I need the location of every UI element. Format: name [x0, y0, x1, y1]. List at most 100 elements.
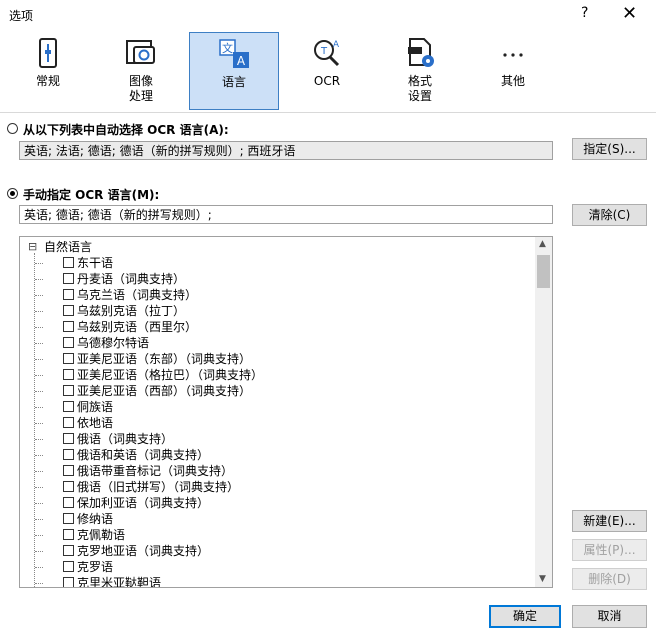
tree-item-checkbox[interactable]: [63, 465, 74, 476]
svg-text:A: A: [237, 54, 246, 68]
tree-item-label[interactable]: 俄语带重音标记（词典支持）: [77, 463, 233, 479]
tree-item-checkbox[interactable]: [63, 513, 74, 524]
tab-language[interactable]: 文 A 语言: [189, 32, 279, 110]
tree-branch-line: [35, 279, 43, 280]
tree-branch-line: [35, 343, 43, 344]
scroll-up-icon[interactable]: ▲: [539, 239, 546, 249]
tree-branch-line: [35, 439, 43, 440]
tree-item-label[interactable]: 克罗地亚语（词典支持）: [77, 543, 209, 559]
tree-item-checkbox[interactable]: [63, 449, 74, 460]
tree-item-label[interactable]: 俄语（旧式拼写）（词典支持）: [77, 479, 239, 495]
tree-scrollbar[interactable]: ▲ ▼: [535, 237, 552, 587]
tree-branch-line: [35, 535, 43, 536]
tree-item-label[interactable]: 克里米亚鞑靼语: [77, 575, 161, 587]
tree-item-checkbox[interactable]: [63, 321, 74, 332]
manual-select-radio[interactable]: [7, 188, 18, 199]
tab-format-settings-label: 格式 设置: [407, 74, 432, 103]
auto-languages-field: 英语; 法语; 德语; 德语（新的拼写规则）; 西班牙语: [19, 141, 553, 160]
tab-language-label: 语言: [221, 75, 246, 89]
tree-item-checkbox[interactable]: [63, 289, 74, 300]
tree-item-label[interactable]: 乌克兰语（词典支持）: [77, 287, 197, 303]
tree-item-label[interactable]: 乌德穆尔特语: [77, 335, 149, 351]
tree-item-checkbox[interactable]: [63, 561, 74, 572]
tree-root-label[interactable]: 自然语言: [44, 239, 92, 255]
tree-item-label[interactable]: 克佩勒语: [77, 527, 125, 543]
tree-branch-line: [35, 519, 43, 520]
specify-button[interactable]: 指定(S)...: [572, 138, 647, 160]
tree-branch-line: [35, 551, 43, 552]
tab-image-processing[interactable]: 图像 处理: [96, 32, 186, 110]
tree-item-checkbox[interactable]: [63, 385, 74, 396]
tree-item-checkbox[interactable]: [63, 545, 74, 556]
tree-branch-line: [35, 327, 43, 328]
language-tree[interactable]: ⊟ 自然语言 东干语 丹麦语（词典支持） 乌克兰语（词典支持） 乌兹别克语（拉丁） 乌兹…: [19, 236, 553, 588]
tree-branch-line: [35, 423, 43, 424]
tab-format-settings[interactable]: 格式 设置: [375, 32, 465, 110]
tree-item-checkbox[interactable]: [63, 433, 74, 444]
svg-text:A: A: [333, 40, 340, 50]
tree-item-checkbox[interactable]: [63, 273, 74, 284]
tree-item-label[interactable]: 侗族语: [77, 399, 113, 415]
tab-other[interactable]: 其他: [468, 32, 558, 110]
more-dots-icon: [503, 53, 523, 57]
tab-image-processing-label: 图像 处理: [128, 74, 153, 103]
tree-item-label[interactable]: 依地语: [77, 415, 113, 431]
tree-branch-line: [35, 567, 43, 568]
title-bar: 选项 ? ✕: [0, 0, 656, 30]
tree-item-label[interactable]: 乌兹别克语（拉丁）: [77, 303, 185, 319]
tree-root-toggle[interactable]: ⊟: [28, 239, 37, 255]
scroll-thumb[interactable]: [537, 255, 550, 288]
help-button[interactable]: ?: [581, 5, 588, 21]
tree-item-checkbox[interactable]: [63, 369, 74, 380]
tab-ocr-label: OCR: [313, 74, 341, 88]
ok-button[interactable]: 确定: [489, 605, 561, 628]
tab-ocr[interactable]: T A OCR: [282, 32, 372, 110]
new-language-button[interactable]: 新建(E)...: [572, 510, 647, 532]
tree-branch-line: [35, 311, 43, 312]
manual-select-label: 手动指定 OCR 语言(M):: [23, 188, 160, 202]
tree-branch-line: [35, 487, 43, 488]
tree-item-checkbox[interactable]: [63, 577, 74, 587]
tree-branch-line: [35, 391, 43, 392]
tree-item-label[interactable]: 东干语: [77, 255, 113, 271]
tree-item-checkbox[interactable]: [63, 337, 74, 348]
tree-branch-line: [35, 471, 43, 472]
tree-branch-line: [35, 359, 43, 360]
tree-branch-line: [35, 583, 43, 584]
tree-item-label[interactable]: 丹麦语（词典支持）: [77, 271, 185, 287]
settings-phone-icon: [39, 38, 57, 68]
manual-languages-field[interactable]: 英语; 德语; 德语（新的拼写规则）;: [19, 205, 553, 224]
tree-item-label[interactable]: 俄语（词典支持）: [77, 431, 173, 447]
cancel-button[interactable]: 取消: [572, 605, 647, 628]
tree-item-label[interactable]: 保加利亚语（词典支持）: [77, 495, 209, 511]
tree-item-label[interactable]: 修纳语: [77, 511, 113, 527]
tree-item-label[interactable]: 亚美尼亚语（格拉巴）（词典支持）: [77, 367, 263, 383]
options-toolbar: 常规 图像 处理 文 A 语言 T A OCR 格式 设置 其他: [0, 30, 656, 113]
format-settings-icon: [408, 38, 434, 67]
ocr-magnifier-icon: T A: [314, 40, 340, 67]
tab-general[interactable]: 常规: [3, 32, 93, 110]
tree-item-checkbox[interactable]: [63, 497, 74, 508]
close-button[interactable]: ✕: [622, 3, 637, 24]
auto-select-radio[interactable]: [7, 123, 18, 134]
tree-item-checkbox[interactable]: [63, 481, 74, 492]
language-translate-icon: 文 A: [219, 39, 249, 68]
tree-item-label[interactable]: 亚美尼亚语（西部）（词典支持）: [77, 383, 251, 399]
tree-item-checkbox[interactable]: [63, 257, 74, 268]
tree-item-checkbox[interactable]: [63, 305, 74, 316]
tab-general-label: 常规: [35, 74, 60, 88]
tree-item-checkbox[interactable]: [63, 529, 74, 540]
clear-button[interactable]: 清除(C): [572, 204, 647, 226]
tree-item-label[interactable]: 俄语和英语（词典支持）: [77, 447, 209, 463]
tree-branch-line: [35, 375, 43, 376]
tree-item-checkbox[interactable]: [63, 401, 74, 412]
tree-item-checkbox[interactable]: [63, 353, 74, 364]
scroll-down-icon[interactable]: ▼: [539, 574, 546, 584]
tree-item-label[interactable]: 克罗语: [77, 559, 113, 575]
tree-item-checkbox[interactable]: [63, 417, 74, 428]
tree-branch-line: [35, 295, 43, 296]
tree-item-label[interactable]: 乌兹别克语（西里尔）: [77, 319, 197, 335]
properties-button[interactable]: 属性(P)...: [572, 539, 647, 561]
tree-item-label[interactable]: 亚美尼亚语（东部）（词典支持）: [77, 351, 251, 367]
delete-button[interactable]: 删除(D): [572, 568, 647, 590]
